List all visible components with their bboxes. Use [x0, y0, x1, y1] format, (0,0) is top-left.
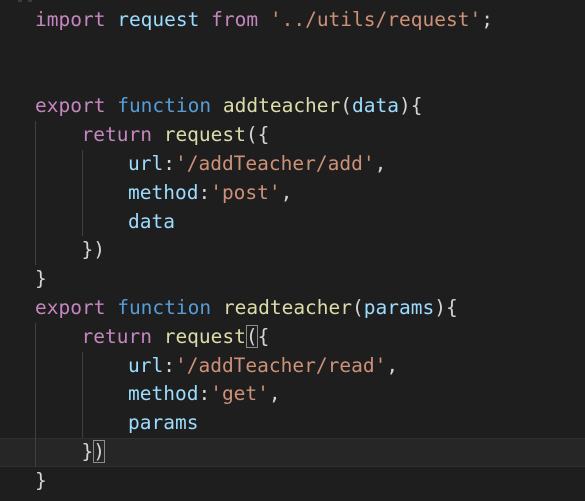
code-token: , [268, 382, 281, 406]
indent-guide [81, 380, 129, 410]
indent-guide [35, 409, 82, 438]
indent-guide [35, 178, 82, 208]
code-token: '/addTeacher/read' [174, 353, 387, 377]
code-line[interactable]: url:'/addTeacher/read', [0, 351, 585, 381]
code-token: ( [352, 295, 364, 319]
indent-guide [35, 121, 82, 150]
code-token: return [81, 123, 152, 147]
code-area[interactable]: import request from '../utils/request'; e… [0, 6, 585, 496]
code-token: ( [340, 94, 353, 118]
code-token: ){ [434, 295, 458, 319]
indent-guide [81, 207, 129, 237]
code-token: } [81, 439, 94, 463]
code-line[interactable]: data [0, 207, 585, 237]
indent-guide [35, 380, 82, 410]
code-token: export [35, 295, 106, 319]
code-token: : [198, 180, 211, 204]
indent-guide [81, 149, 129, 179]
matched-bracket: ( [245, 324, 258, 348]
code-token: data [128, 209, 175, 233]
code-token: : [163, 353, 175, 377]
code-token: { [257, 324, 270, 348]
code-line[interactable]: return request({ [0, 121, 585, 150]
indent-guide [35, 236, 82, 266]
code-token: ; [481, 8, 493, 31]
code-token: import [35, 8, 106, 31]
code-line[interactable]: export function readteacher(params){ [0, 294, 585, 323]
code-line[interactable] [0, 64, 585, 93]
code-token: function [117, 94, 212, 118]
code-line[interactable]: export function addteacher(data){ [0, 92, 585, 121]
code-line[interactable]: } [0, 265, 585, 294]
scroll-shadow [18, 0, 38, 4]
code-token: addteacher [222, 94, 341, 118]
code-token: method [128, 180, 199, 204]
code-token: request [117, 8, 200, 31]
code-token: method [128, 382, 199, 406]
indent-guide [35, 149, 82, 179]
code-token: url [128, 151, 164, 175]
code-token: ({ [245, 123, 270, 147]
code-token: } [35, 468, 47, 492]
code-token: request [163, 324, 246, 348]
code-token: }) [81, 238, 105, 262]
indent-guide [35, 437, 82, 467]
code-line[interactable]: }) [0, 236, 585, 266]
code-token: params [128, 411, 199, 435]
code-token: , [280, 180, 293, 204]
code-token: ){ [399, 94, 423, 118]
code-token: params [363, 295, 435, 319]
code-token: data [352, 94, 399, 118]
indent-guide [81, 351, 129, 381]
code-line[interactable]: method:'get', [0, 380, 585, 410]
code-token: from [211, 8, 259, 31]
code-line[interactable]: params [0, 409, 585, 438]
code-editor[interactable]: import request from '../utils/request'; e… [0, 0, 585, 501]
indent-guide [35, 351, 82, 381]
code-line[interactable]: } [0, 467, 585, 496]
code-token: , [386, 353, 399, 377]
code-token: request [163, 123, 246, 147]
code-token: '../utils/request' [269, 8, 482, 31]
indent-guide [81, 178, 129, 208]
code-line[interactable]: url:'/addTeacher/add', [0, 149, 585, 179]
code-token: return [81, 324, 152, 348]
indent-guide [35, 322, 82, 352]
code-token: readteacher [222, 295, 353, 319]
matched-bracket: ) [93, 439, 105, 463]
code-token: '/addTeacher/add' [174, 151, 375, 175]
code-line[interactable]: import request from '../utils/request'; [0, 6, 585, 35]
code-line[interactable]: }) [0, 437, 585, 467]
code-token: , [374, 151, 387, 175]
code-token: function [117, 295, 212, 319]
code-line[interactable]: method:'post', [0, 178, 585, 208]
code-token: 'get' [210, 382, 269, 406]
code-line[interactable]: return request({ [0, 322, 585, 352]
code-token: 'post' [210, 180, 281, 204]
code-token: } [35, 267, 47, 291]
code-line[interactable] [0, 35, 585, 64]
code-token: : [198, 382, 211, 406]
code-token: : [163, 151, 175, 175]
code-token: export [35, 94, 106, 118]
indent-guide [81, 409, 129, 438]
code-token: url [128, 353, 164, 377]
indent-guide [35, 207, 82, 237]
